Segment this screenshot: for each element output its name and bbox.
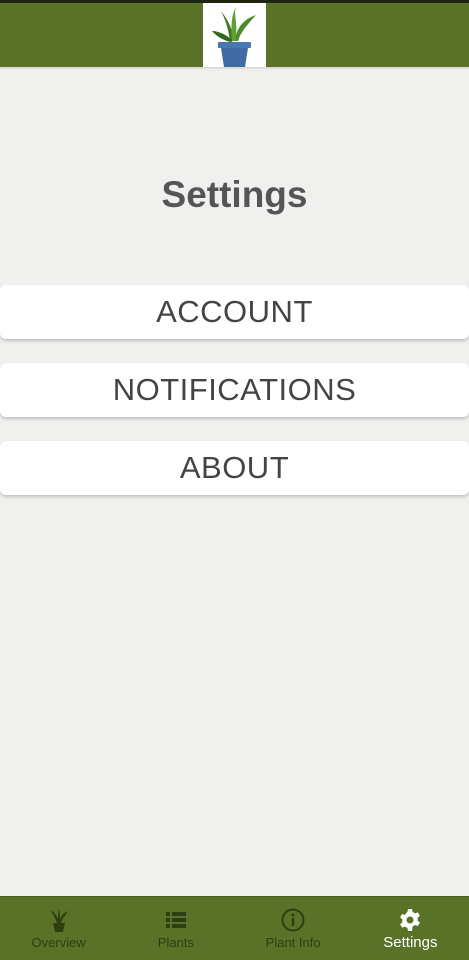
nav-plants-label: Plants <box>157 935 194 950</box>
nav-plant-info[interactable]: Plant Info <box>235 897 352 960</box>
about-button[interactable]: ABOUT <box>0 441 469 495</box>
nav-plants[interactable]: Plants <box>117 897 234 960</box>
info-icon <box>281 908 305 932</box>
app-header <box>0 0 469 70</box>
nav-settings[interactable]: Settings <box>352 897 469 960</box>
nav-plant-info-label: Plant Info <box>265 935 321 950</box>
nav-overview-label: Overview <box>31 935 86 950</box>
potted-plant-logo <box>203 3 266 67</box>
plant-icon <box>50 909 68 932</box>
bottom-nav: Overview Plants Plant Info Settings <box>0 896 469 960</box>
notifications-button[interactable]: NOTIFICATIONS <box>0 363 469 417</box>
gear-icon <box>400 909 421 931</box>
list-icon <box>165 912 186 928</box>
nav-settings-label: Settings <box>383 934 438 951</box>
nav-overview[interactable]: Overview <box>0 897 117 960</box>
page-title: Settings <box>161 173 308 215</box>
account-button[interactable]: ACCOUNT <box>0 285 469 339</box>
